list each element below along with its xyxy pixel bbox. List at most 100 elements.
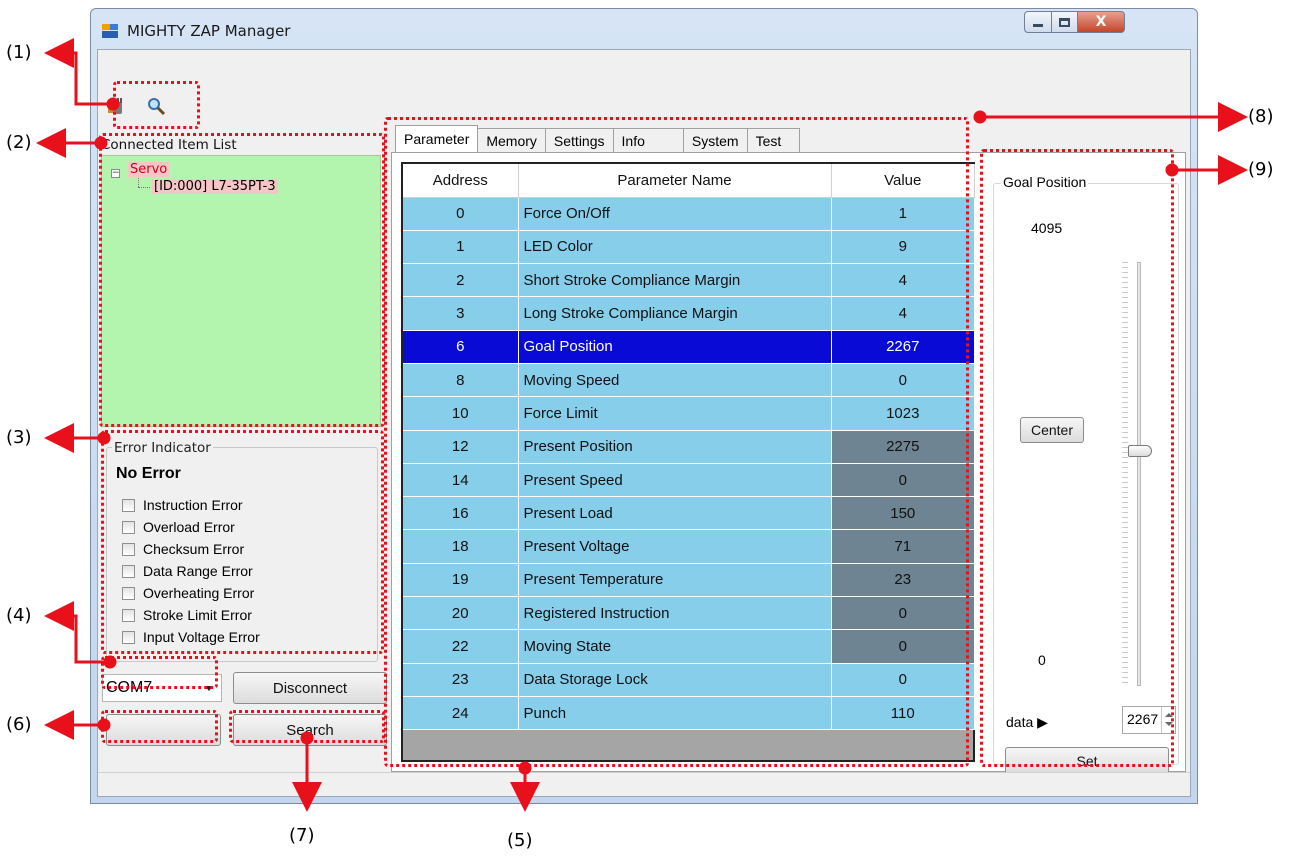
blank-action-button[interactable] (106, 714, 221, 746)
address-cell[interactable]: 8 (403, 363, 519, 398)
parameter-name-cell[interactable]: Present Voltage (518, 529, 832, 564)
tree-collapse-toggle[interactable]: − (111, 169, 120, 178)
table-row[interactable]: 3 Long Stroke Compliance Margin 4 (403, 296, 975, 331)
parameter-name-cell[interactable]: Registered Instruction (518, 596, 832, 631)
value-cell[interactable]: 1023 (831, 396, 975, 431)
error-checkbox-row[interactable]: Data Range Error (122, 560, 253, 582)
checkbox[interactable] (122, 608, 135, 622)
value-cell[interactable]: 110 (831, 696, 975, 731)
value-cell[interactable]: 4 (831, 263, 975, 298)
parameter-name-cell[interactable]: Data Storage Lock (518, 663, 832, 697)
value-cell[interactable]: 71 (831, 529, 975, 564)
spin-up-icon[interactable] (1165, 713, 1173, 717)
value-cell[interactable]: 4 (831, 296, 975, 331)
parameter-name-cell[interactable]: Present Temperature (518, 563, 832, 598)
table-row[interactable]: 12 Present Position 2275 (403, 430, 975, 464)
column-header-address[interactable]: Address (403, 164, 519, 198)
minimize-button[interactable] (1024, 11, 1052, 33)
address-cell[interactable]: 3 (403, 296, 519, 331)
error-checkbox-row[interactable]: Input Voltage Error (122, 626, 260, 648)
set-button[interactable]: Set (1005, 747, 1169, 775)
address-cell[interactable]: 14 (403, 463, 519, 498)
address-cell[interactable]: 18 (403, 529, 519, 564)
address-cell[interactable]: 16 (403, 496, 519, 531)
parameter-name-cell[interactable]: Present Speed (518, 463, 832, 498)
value-cell[interactable]: 2275 (831, 430, 975, 464)
error-checkbox-row[interactable]: Overheating Error (122, 582, 254, 604)
address-cell[interactable]: 1 (403, 230, 519, 265)
connect-plug-button[interactable] (104, 94, 128, 118)
value-cell[interactable]: 2267 (831, 330, 975, 364)
spin-down-icon[interactable] (1165, 722, 1173, 726)
table-row[interactable]: 16 Present Load 150 (403, 496, 975, 531)
value-cell[interactable]: 0 (831, 663, 975, 697)
error-checkbox-row[interactable]: Checksum Error (122, 538, 244, 560)
address-cell[interactable]: 19 (403, 563, 519, 598)
address-cell[interactable]: 10 (403, 396, 519, 431)
parameter-name-cell[interactable]: Long Stroke Compliance Margin (518, 296, 832, 331)
address-cell[interactable]: 23 (403, 663, 519, 697)
table-row[interactable]: 2 Short Stroke Compliance Margin 4 (403, 263, 975, 298)
tree-node-servo[interactable]: Servo (128, 162, 170, 177)
close-button[interactable]: X (1077, 11, 1125, 33)
value-cell[interactable]: 23 (831, 563, 975, 598)
checkbox[interactable] (122, 542, 135, 556)
table-row[interactable]: 18 Present Voltage 71 (403, 529, 975, 564)
address-cell[interactable]: 22 (403, 629, 519, 664)
tab-parameter[interactable]: Parameter (395, 125, 479, 152)
checkbox[interactable] (122, 586, 135, 600)
goal-position-slider[interactable] (1137, 262, 1141, 686)
parameter-name-cell[interactable]: Force On/Off (518, 197, 832, 231)
parameter-name-cell[interactable]: LED Color (518, 230, 832, 265)
table-row[interactable]: 6 Goal Position 2267 (403, 330, 975, 364)
parameter-name-cell[interactable]: Punch (518, 696, 832, 731)
table-row[interactable]: 1 LED Color 9 (403, 230, 975, 265)
address-cell[interactable]: 2 (403, 263, 519, 298)
tab-system[interactable]: System (682, 128, 748, 152)
value-cell[interactable]: 0 (831, 363, 975, 398)
search-tool-button[interactable] (144, 94, 168, 118)
column-header-parameter-name[interactable]: Parameter Name (518, 164, 832, 198)
tab-test[interactable]: Test (746, 128, 801, 152)
table-row[interactable]: 23 Data Storage Lock 0 (403, 663, 975, 697)
center-button[interactable]: Center (1020, 417, 1084, 443)
table-row[interactable]: 0 Force On/Off 1 (403, 197, 975, 231)
search-button[interactable]: Search (233, 714, 387, 746)
value-cell[interactable]: 0 (831, 629, 975, 664)
tab-memory[interactable]: Memory (477, 128, 546, 152)
parameter-name-cell[interactable]: Present Position (518, 430, 832, 464)
tree-node-device[interactable]: [ID:000] L7-35PT-3 (152, 179, 278, 194)
com-port-select[interactable]: COM7 (102, 674, 222, 702)
checkbox[interactable] (122, 520, 135, 534)
tab-settings[interactable]: Settings (544, 128, 614, 152)
parameter-grid[interactable]: Address Parameter Name Value 0 Force On/O… (401, 162, 975, 762)
table-row[interactable]: 14 Present Speed 0 (403, 463, 975, 498)
parameter-name-cell[interactable]: Short Stroke Compliance Margin (518, 263, 832, 298)
value-cell[interactable]: 0 (831, 596, 975, 631)
table-row[interactable]: 20 Registered Instruction 0 (403, 596, 975, 631)
address-cell[interactable]: 20 (403, 596, 519, 631)
table-row[interactable]: 10 Force Limit 1023 (403, 396, 975, 431)
address-cell[interactable]: 0 (403, 197, 519, 231)
slider-thumb[interactable] (1128, 445, 1152, 458)
value-cell[interactable]: 0 (831, 463, 975, 498)
parameter-name-cell[interactable]: Moving State (518, 629, 832, 664)
maximize-button[interactable] (1051, 11, 1078, 33)
value-cell[interactable]: 9 (831, 230, 975, 265)
checkbox[interactable] (122, 630, 135, 644)
title-bar[interactable]: MIGHTY ZAP Manager X (91, 9, 1197, 49)
parameter-name-cell[interactable]: Present Load (518, 496, 832, 531)
table-row[interactable]: 8 Moving Speed 0 (403, 363, 975, 398)
error-checkbox-row[interactable]: Instruction Error (122, 494, 243, 516)
goal-data-spinbox[interactable]: 2267 (1122, 706, 1176, 734)
disconnect-button[interactable]: Disconnect (233, 672, 387, 704)
value-cell[interactable]: 150 (831, 496, 975, 531)
address-cell[interactable]: 24 (403, 696, 519, 731)
address-cell[interactable]: 12 (403, 430, 519, 464)
parameter-name-cell[interactable]: Goal Position (518, 330, 832, 364)
parameter-name-cell[interactable]: Moving Speed (518, 363, 832, 398)
tab-info[interactable]: Info (612, 128, 684, 152)
checkbox[interactable] (122, 564, 135, 578)
table-row[interactable]: 19 Present Temperature 23 (403, 563, 975, 598)
table-row[interactable]: 24 Punch 110 (403, 696, 975, 731)
